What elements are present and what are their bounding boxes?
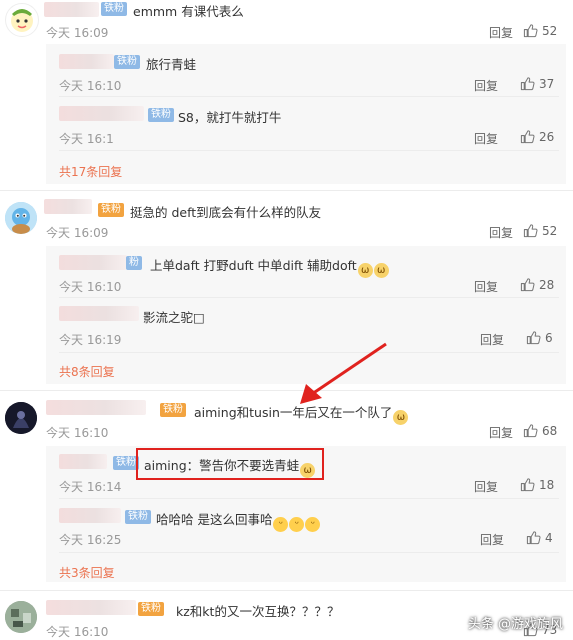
divider bbox=[0, 190, 573, 191]
laugh-emoji-icon: ᵕ bbox=[305, 517, 321, 532]
divider bbox=[59, 297, 559, 298]
like-button[interactable]: 28 bbox=[520, 277, 554, 292]
avatar[interactable] bbox=[5, 601, 37, 633]
reply-time: 今天 16:19 bbox=[59, 333, 122, 347]
fan-badge: 粉 bbox=[126, 256, 142, 270]
watermark: 头条 @游戏旋风 bbox=[467, 617, 563, 632]
username-blurred[interactable] bbox=[59, 306, 139, 321]
thumb-up-icon bbox=[523, 223, 538, 238]
fan-badge: 铁粉 bbox=[138, 602, 164, 616]
highlight-box bbox=[136, 448, 324, 480]
reply-text: 上单daft 打野duft 中单dift 辅助doft ω ω bbox=[150, 255, 389, 278]
dark-avatar-icon bbox=[5, 402, 37, 434]
like-button[interactable]: 6 bbox=[526, 330, 553, 345]
thumb-up-icon bbox=[526, 530, 541, 545]
laugh-emoji-icon: ᵕ bbox=[273, 517, 289, 532]
fan-badge: 铁粉 bbox=[114, 55, 140, 69]
fan-badge: 铁粉 bbox=[101, 2, 127, 16]
laugh-emoji-icon: ᵕ bbox=[289, 517, 305, 532]
thumb-up-icon bbox=[526, 330, 541, 345]
username-blurred[interactable] bbox=[44, 2, 99, 17]
fan-badge: 铁粉 bbox=[98, 203, 124, 217]
thumb-up-icon bbox=[520, 277, 535, 292]
reply-button[interactable]: 回复 bbox=[489, 24, 513, 41]
username-blurred[interactable] bbox=[59, 54, 114, 69]
reply-time: 今天 16:25 bbox=[59, 533, 122, 547]
username-blurred[interactable] bbox=[44, 199, 92, 214]
pixel-avatar-icon bbox=[5, 601, 37, 633]
reply-button[interactable]: 回复 bbox=[474, 77, 498, 94]
fan-badge: 铁粉 bbox=[160, 403, 186, 417]
avatar[interactable] bbox=[5, 3, 39, 37]
reply-time: 今天 16:1 bbox=[59, 132, 114, 146]
cat-emoji-icon: ω bbox=[373, 263, 389, 278]
thumb-up-icon bbox=[520, 477, 535, 492]
reply-button[interactable]: 回复 bbox=[474, 278, 498, 295]
reply-time: 今天 16:14 bbox=[59, 480, 122, 494]
divider bbox=[59, 552, 559, 553]
username-blurred[interactable] bbox=[59, 508, 121, 523]
cat-emoji-icon: ω bbox=[393, 410, 409, 425]
avatar[interactable] bbox=[5, 202, 37, 234]
more-replies-link[interactable]: 共8条回复 bbox=[59, 363, 115, 380]
username-blurred[interactable] bbox=[46, 600, 136, 615]
divider bbox=[0, 590, 573, 591]
thumb-up-icon bbox=[520, 76, 535, 91]
like-button[interactable]: 68 bbox=[523, 423, 557, 438]
comment-text: emmm 有课代表么 bbox=[133, 4, 244, 19]
reply-text: 旅行青蛙 bbox=[146, 57, 197, 72]
reply-button[interactable]: 回复 bbox=[480, 331, 504, 348]
reply-button[interactable]: 回复 bbox=[480, 531, 504, 548]
username-blurred[interactable] bbox=[46, 400, 146, 415]
reply-text: 哈哈哈 是这么回事哈 ᵕ ᵕ ᵕ bbox=[156, 509, 321, 532]
username-blurred[interactable] bbox=[59, 454, 107, 469]
thumb-up-icon bbox=[523, 423, 538, 438]
like-button[interactable]: 18 bbox=[520, 477, 554, 492]
squirtle-avatar-icon bbox=[5, 202, 37, 234]
reply-time: 今天 16:10 bbox=[59, 280, 122, 294]
divider bbox=[59, 96, 559, 97]
comment-time: 今天 16:09 bbox=[46, 26, 109, 40]
cat-emoji-icon: ω bbox=[357, 263, 373, 278]
divider bbox=[59, 498, 559, 499]
comment-text: kz和kt的又一次互换？？？？ bbox=[176, 604, 340, 619]
comment-text: 挺急的 deft到底会有什么样的队友 bbox=[130, 205, 322, 220]
fan-badge: 铁粉 bbox=[125, 510, 151, 524]
reply-button[interactable]: 回复 bbox=[489, 224, 513, 241]
comment-time: 今天 16:09 bbox=[46, 226, 109, 240]
divider bbox=[0, 390, 573, 391]
cartoon-avatar-icon bbox=[11, 9, 33, 32]
fan-badge: 铁粉 bbox=[148, 108, 174, 122]
reply-button[interactable]: 回复 bbox=[474, 478, 498, 495]
comment-time: 今天 16:10 bbox=[46, 426, 109, 440]
like-button[interactable]: 37 bbox=[520, 76, 554, 91]
like-button[interactable]: 4 bbox=[526, 530, 553, 545]
thumb-up-icon bbox=[520, 129, 535, 144]
more-replies-link[interactable]: 共17条回复 bbox=[59, 163, 122, 180]
reply-text: 影流之驼□ bbox=[143, 310, 205, 325]
reply-button[interactable]: 回复 bbox=[489, 424, 513, 441]
reply-list: 铁粉 旅行青蛙 今天 16:10 回复 37 铁粉 S8，就打牛就打牛 今天 1… bbox=[46, 44, 566, 184]
avatar[interactable] bbox=[5, 402, 37, 434]
divider bbox=[59, 150, 559, 151]
reply-text: S8，就打牛就打牛 bbox=[178, 110, 282, 125]
thumb-up-icon bbox=[523, 23, 538, 38]
like-button[interactable]: 26 bbox=[520, 129, 554, 144]
username-blurred[interactable] bbox=[59, 255, 127, 270]
like-button[interactable]: 52 bbox=[523, 23, 557, 38]
reply-button[interactable]: 回复 bbox=[474, 130, 498, 147]
arrow-annotation-icon bbox=[300, 342, 387, 404]
like-button[interactable]: 52 bbox=[523, 223, 557, 238]
comment-time: 今天 16:10 bbox=[46, 625, 109, 639]
more-replies-link[interactable]: 共3条回复 bbox=[59, 564, 115, 581]
username-blurred[interactable] bbox=[59, 106, 144, 121]
reply-time: 今天 16:10 bbox=[59, 79, 122, 93]
